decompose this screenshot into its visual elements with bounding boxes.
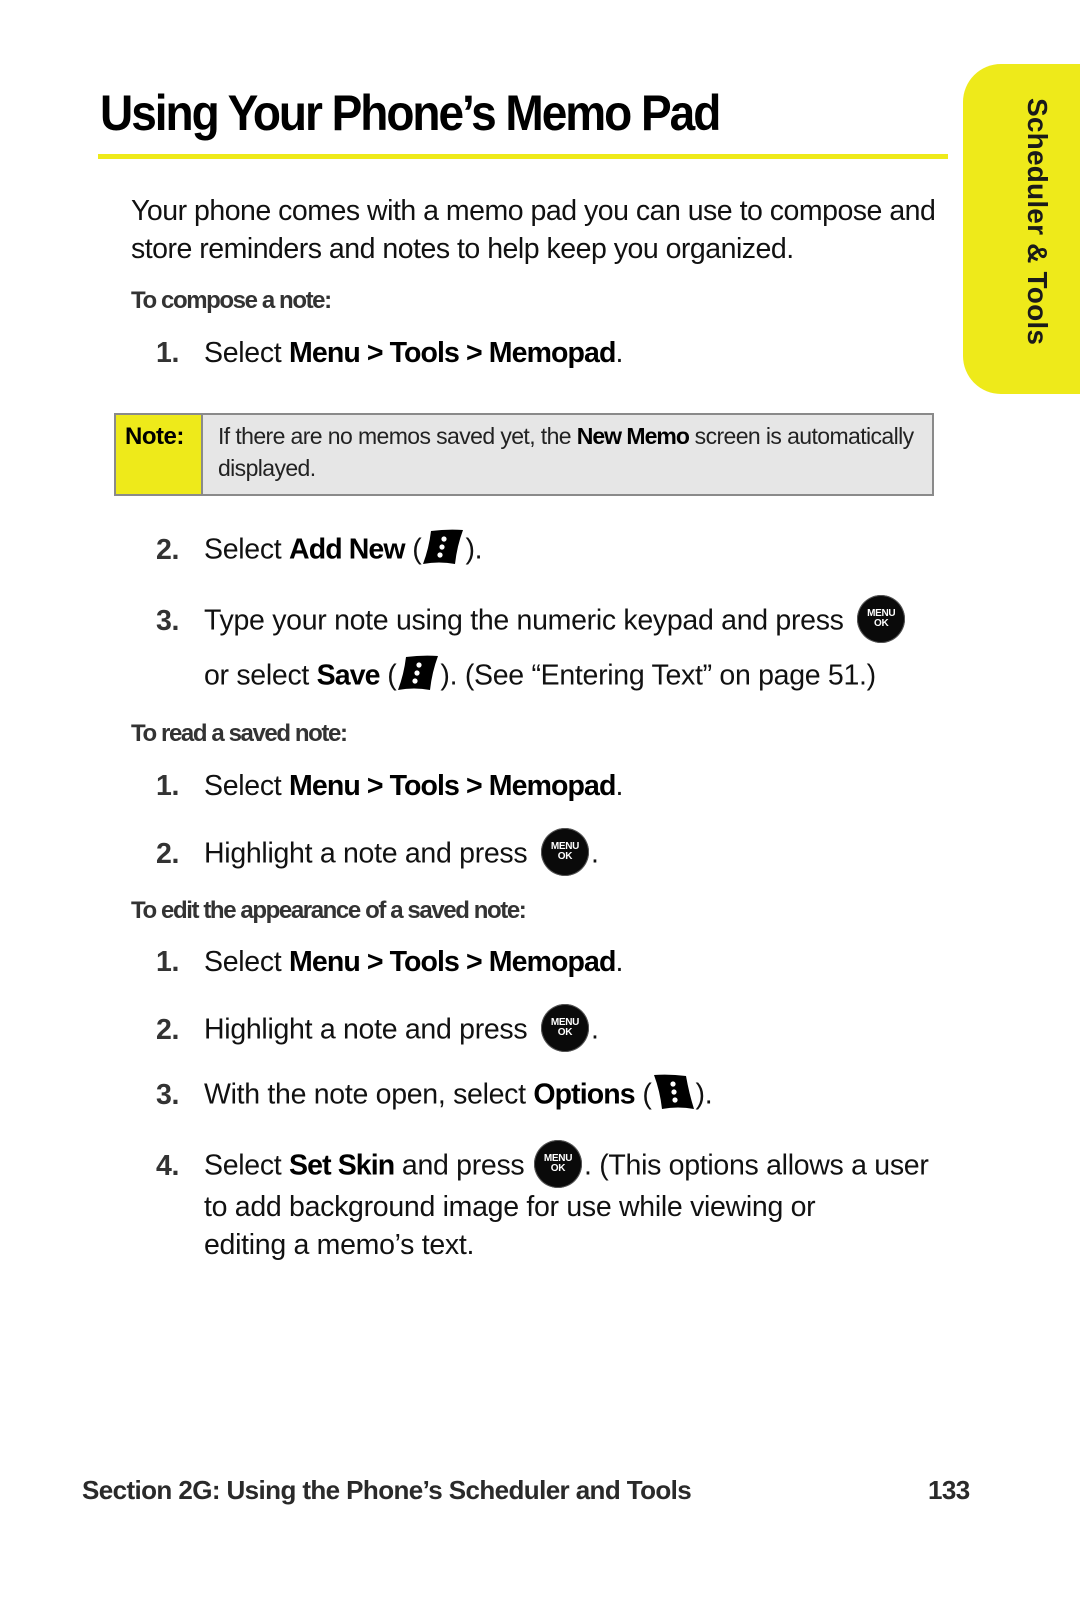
note-text: If there are no memos saved yet, the New… [217,423,914,481]
footer-section-title: Section 2G: Using the Phone’s Scheduler … [82,1475,692,1505]
footer-page-number: 133 [928,1475,970,1505]
edit-step-4: 4. Select Set Skin and press MENU OK. (Thi… [156,1140,929,1261]
edit-step-4-line-2: to add background image for use while vi… [204,1191,816,1223]
note-label: Note: [116,415,203,494]
note-box: Note: If there are no memos saved yet, t… [114,413,934,496]
edit-step-2: 2. Highlight a note and press MENU OK. [156,1004,599,1055]
menu-path-tools: Tools [389,337,460,369]
edit-step-4-line-3: editing a memo’s text. [204,1229,475,1261]
compose-step-3-line-2: or select Save (). (See “Entering Text” … [204,655,876,696]
left-softkey-icon [398,655,439,690]
read-step-1: 1. Select Menu > Tools > Memopad. [156,770,624,802]
intro-paragraph: Your phone comes with a memo pad you can… [131,195,936,265]
read-step-2: 2. Highlight a note and press MENU OK. [156,828,599,879]
compose-heading: To compose a note: [131,287,332,314]
menu-ok-button-icon: MENU OK [540,828,589,876]
edit-heading: To edit the appearance of a saved note: [131,897,527,924]
menu-ok-button-icon: MENU OK [857,595,906,643]
read-heading: To read a saved note: [131,720,348,747]
menu-ok-button-icon: MENU OK [534,1140,582,1188]
menu-path-menu: Menu [289,337,361,369]
side-tab-label: Scheduler & Tools [1022,98,1053,346]
menu-path-memopad: Memopad [488,337,617,369]
compose-step-3: 3. Type your note using the numeric keypa… [156,595,907,692]
section-side-tab: Scheduler & Tools [963,64,1080,394]
compose-step-1: 1. Select Menu > Tools > Memopad. [156,337,624,369]
right-softkey-icon [653,1074,694,1109]
left-softkey-icon [423,529,464,564]
edit-step-3: 3. With the note open, select Options (). [156,1074,713,1115]
page-title: Using Your Phone’s Memo Pad [100,85,721,141]
step-number: 1. [156,337,180,369]
edit-step-1: 1. Select Menu > Tools > Memopad. [156,946,624,978]
title-underline [98,154,948,159]
menu-ok-button-icon: MENU OK [540,1004,589,1052]
compose-step-2: 2. Select Add New (). [156,529,483,570]
